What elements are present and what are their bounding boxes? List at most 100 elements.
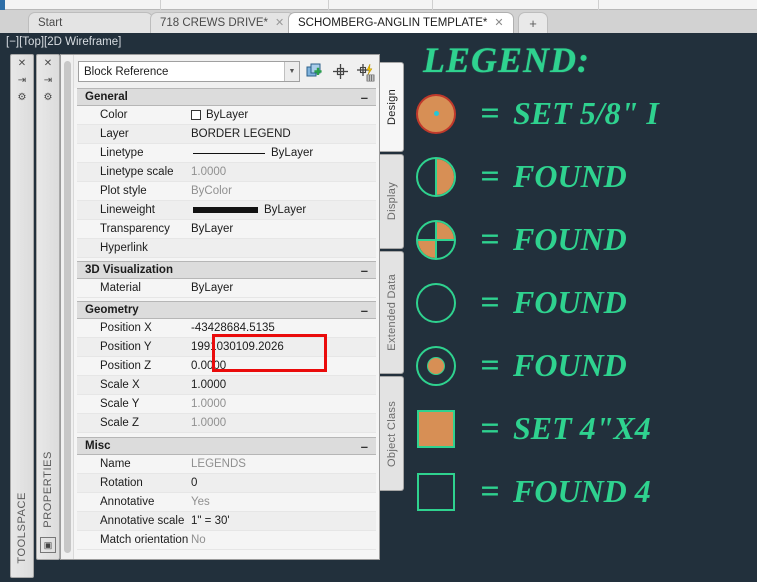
legend-entry-text: SET 4"X4 [513,410,651,446]
property-value[interactable]: 1" = 30' [189,515,376,527]
section-header-geometry[interactable]: Geometry – [77,301,376,319]
section-header-3d-visualization[interactable]: 3D Visualization – [77,261,376,279]
table-row[interactable]: Position X -43428684.5135 [77,319,376,338]
table-row[interactable]: Match orientation... No [77,531,376,550]
scrollbar-thumb[interactable] [64,61,71,553]
tab-display[interactable]: Display [380,154,404,249]
property-value[interactable]: ByLayer [189,282,376,294]
autohide-icon[interactable]: ⇥ [44,76,52,86]
collapse-icon[interactable]: – [361,303,368,319]
table-row[interactable]: Name LEGENDS [77,455,376,474]
panel-icons: ✕ ⇥ ⚙ [11,59,33,103]
property-key: Material [100,282,141,294]
legend-entry-text: FOUND [513,158,627,194]
table-row[interactable]: Material ByLayer [77,279,376,298]
tab-start[interactable]: Start [28,12,153,33]
properties-palette-icon[interactable]: ▣ [40,537,56,553]
section-title: Misc [85,440,111,452]
table-row[interactable]: Rotation 0 [77,474,376,493]
table-row[interactable]: Annotative Yes [77,493,376,512]
legend-block[interactable]: LEGEND: = SET 5/8" I = FOUND = FOUND = F… [405,39,659,522]
property-value[interactable]: 1.0000 [189,379,376,391]
section-header-misc[interactable]: Misc – [77,437,376,455]
property-key: Annotative [100,496,155,508]
close-icon[interactable]: ✕ [494,17,503,29]
property-key: Lineweight [100,204,155,216]
close-icon[interactable]: ✕ [18,59,26,69]
table-row[interactable]: Annotative scale 1" = 30' [77,512,376,531]
properties-panel-tab[interactable]: ✕ ⇥ ⚙ PROPERTIES ▣ [36,54,60,560]
properties-header: Block Reference ▼ [74,55,379,88]
toolspace-panel[interactable]: ✕ ⇥ ⚙ TOOLSPACE [10,54,34,578]
object-type-label: Block Reference [84,65,169,78]
collapse-icon[interactable]: – [361,90,368,106]
table-row[interactable]: Position Z 0.0000 [77,357,376,376]
table-row[interactable]: Transparency ByLayer [77,220,376,239]
tab-object-class[interactable]: Object Class [380,376,404,491]
table-row[interactable]: Linetype scale 1.0000 [77,163,376,182]
property-key: Layer [100,128,129,140]
table-row[interactable]: Linetype ByLayer [77,144,376,163]
property-value[interactable]: 0 [189,477,376,489]
table-row[interactable]: Layer BORDER LEGEND [77,125,376,144]
property-key: Transparency [100,223,170,235]
properties-palette[interactable]: Block Reference ▼ General – Color ByLaye… [60,54,380,560]
property-value[interactable]: 0.0000 [189,360,376,372]
table-row[interactable]: Scale Y 1.0000 [77,395,376,414]
property-key: Color [100,109,128,121]
table-row[interactable]: Scale X 1.0000 [77,376,376,395]
property-key: Scale X [100,379,140,391]
table-row[interactable]: Lineweight ByLayer [77,201,376,220]
quick-select-icon[interactable] [356,62,375,82]
property-key: Linetype [100,147,144,159]
property-key: Annotative scale [100,515,185,527]
tab-extended-data[interactable]: Extended Data [380,251,404,374]
table-row[interactable]: Plot style ByColor [77,182,376,201]
legend-entry: = SET 5/8" I [405,83,659,144]
property-value: ByColor [191,185,232,197]
color-swatch-icon [191,110,201,120]
tab-label: Start [38,17,63,29]
panel-menu-icon[interactable]: ⚙ [44,93,53,103]
object-type-combo[interactable]: Block Reference ▼ [78,61,300,82]
close-icon[interactable]: ✕ [44,59,52,69]
property-value[interactable]: ByLayer [189,204,376,216]
property-value-position-y[interactable]: 1991030109.2026 [189,341,376,353]
close-icon[interactable]: ✕ [275,17,284,29]
legend-entry-text: FOUND [513,284,627,320]
property-key: Name [100,458,131,470]
chevron-down-icon[interactable]: ▼ [284,62,299,81]
select-objects-icon[interactable] [306,62,325,82]
equals-sign: = [480,283,500,321]
property-value[interactable]: ByLayer [189,223,376,235]
property-value[interactable]: ByLayer [189,147,376,159]
legend-entry-text: FOUND 4 [513,473,651,509]
table-row[interactable]: Hyperlink [77,239,376,258]
equals-sign: = [480,157,500,195]
pick-point-icon[interactable] [331,62,350,82]
autohide-icon[interactable]: ⇥ [18,76,26,86]
panel-menu-icon[interactable]: ⚙ [18,93,27,103]
properties-title: PROPERTIES [42,451,54,528]
tab-design[interactable]: Design [380,62,404,152]
new-tab-button[interactable]: + [518,12,548,33]
properties-scrollbar[interactable] [61,55,74,559]
property-value-text: ByLayer [271,147,314,159]
collapse-icon[interactable]: – [361,263,368,279]
tab-718-crews-drive[interactable]: 718 CREWS DRIVE* ✕ [150,12,295,33]
symbol-wrap [405,409,467,448]
viewport-control-label[interactable]: [−][Top][2D Wireframe] [6,36,121,48]
equals-sign: = [480,94,500,132]
property-value-position-x[interactable]: -43428684.5135 [189,322,376,334]
legend-entry: = FOUND [405,146,659,207]
property-value[interactable]: ByLayer [189,109,376,121]
collapse-icon[interactable]: – [361,439,368,455]
table-row[interactable]: Color ByLayer [77,106,376,125]
section-header-general[interactable]: General – [77,88,376,106]
table-row[interactable]: Position Y 1991030109.2026 [77,338,376,357]
property-value[interactable]: BORDER LEGEND [189,128,376,140]
tab-label: 718 CREWS DRIVE* [160,17,269,29]
tab-schomberg-anglin-template[interactable]: SCHOMBERG-ANGLIN TEMPLATE* ✕ [288,12,514,33]
table-row[interactable]: Scale Z 1.0000 [77,414,376,433]
lineweight-preview-icon [193,207,258,213]
